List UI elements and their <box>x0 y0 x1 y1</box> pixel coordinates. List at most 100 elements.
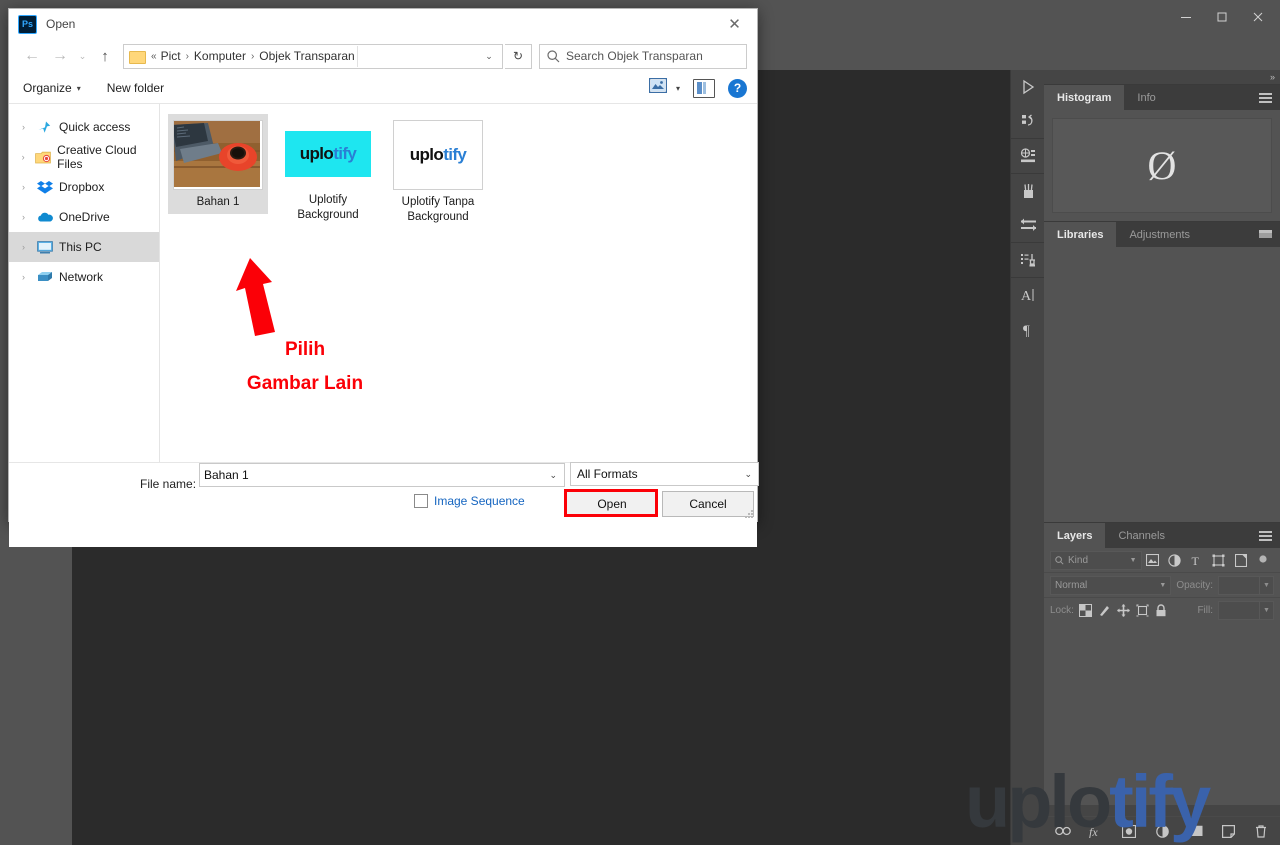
expander-icon[interactable]: › <box>17 122 30 132</box>
fill-field[interactable]: ▼ <box>1218 600 1274 620</box>
image-sequence-checkbox[interactable] <box>414 494 428 508</box>
sidebar-item-network[interactable]: › Network <box>9 262 159 292</box>
lock-transparent-icon[interactable] <box>1079 602 1093 619</box>
tab-info[interactable]: Info <box>1124 85 1169 110</box>
new-group-icon[interactable] <box>1187 823 1204 840</box>
libraries-panel-menu-icon[interactable] <box>1259 222 1272 247</box>
smartobject-filter-icon[interactable] <box>1230 550 1252 570</box>
image-sequence-row[interactable]: Image Sequence <box>414 494 525 508</box>
sidebar-item-creative-cloud-files[interactable]: › Creative Cloud Files <box>9 142 159 172</box>
type-filter-icon[interactable]: T <box>1186 550 1208 570</box>
file-name-label: Bahan 1 <box>196 196 240 208</box>
sidebar-item-onedrive[interactable]: › OneDrive <box>9 202 159 232</box>
lock-image-icon[interactable] <box>1098 602 1112 619</box>
expander-icon[interactable]: › <box>17 182 30 192</box>
minimize-icon[interactable] <box>1168 4 1204 30</box>
sidebar-item-label: OneDrive <box>59 210 110 224</box>
breadcrumb-item-2[interactable]: Objek Transparan <box>257 49 356 63</box>
brush-icon[interactable] <box>1017 180 1039 202</box>
file-name-input[interactable]: Bahan 1 ⌄ <box>199 463 565 487</box>
layer-mask-icon[interactable] <box>1121 823 1138 840</box>
svg-text:A: A <box>1021 289 1032 304</box>
3d-icon[interactable] <box>1017 145 1039 167</box>
chevron-down-icon[interactable]: ⌄ <box>549 470 560 481</box>
breadcrumb[interactable]: « Pict › Komputer › Objek Transparan ⌄ <box>123 43 503 69</box>
up-one-level-button[interactable]: ↑ <box>92 43 118 69</box>
file-format-select[interactable]: All Formats ⌄ <box>570 462 759 486</box>
paragraph-icon[interactable]: ¶ <box>1017 318 1039 340</box>
opacity-field[interactable]: ▼ <box>1218 575 1274 595</box>
organize-button[interactable]: Organize ▾ <box>23 81 81 95</box>
layers-list[interactable] <box>1044 622 1280 805</box>
layers-panel-menu-icon[interactable] <box>1259 523 1272 548</box>
view-dropdown-icon[interactable]: ▾ <box>676 84 680 93</box>
recent-locations-button[interactable]: ⌄ <box>75 43 90 69</box>
maximize-icon[interactable] <box>1204 4 1240 30</box>
expander-icon[interactable]: › <box>17 152 29 162</box>
sidebar-item-dropbox[interactable]: › Dropbox <box>9 172 159 202</box>
back-button[interactable]: ← <box>19 43 45 69</box>
opacity-input[interactable] <box>1218 575 1260 595</box>
fx-icon[interactable]: fx <box>1088 823 1105 840</box>
adjustment-filter-icon[interactable] <box>1164 550 1186 570</box>
help-icon[interactable]: ? <box>728 78 747 98</box>
panel-menu-icon[interactable] <box>1259 85 1272 110</box>
file-item-uplotify-background[interactable]: uplo tify Uplotify Background <box>278 114 378 227</box>
photoshop-panel-dock: » Histogram Info Ø Libraries Adjustments <box>1044 70 1280 845</box>
file-item-uplotify-tanpa-background[interactable]: uplo tify Uplotify Tanpa Background <box>388 114 488 229</box>
stamp-icon[interactable] <box>1017 249 1039 271</box>
tab-adjustments[interactable]: Adjustments <box>1116 222 1203 247</box>
sidebar-item-quick-access[interactable]: › Quick access <box>9 112 159 142</box>
expander-icon[interactable]: › <box>17 242 30 252</box>
refresh-button[interactable]: ↻ <box>505 43 532 69</box>
play-icon[interactable] <box>1017 76 1039 98</box>
cancel-button[interactable]: Cancel <box>662 491 754 517</box>
resize-grip[interactable] <box>744 509 754 519</box>
breadcrumb-item-0[interactable]: Pict <box>159 49 183 63</box>
expander-icon[interactable]: › <box>17 272 30 282</box>
fill-input[interactable] <box>1218 600 1260 620</box>
new-folder-button[interactable]: New folder <box>107 81 164 95</box>
dialog-close-button[interactable]: ✕ <box>712 9 757 39</box>
empty-histogram-icon: Ø <box>1147 142 1177 188</box>
close-icon[interactable] <box>1240 4 1276 30</box>
tab-libraries[interactable]: Libraries <box>1044 222 1117 247</box>
search-placeholder: Search Objek Transparan <box>566 49 703 63</box>
sidebar-item-this-pc[interactable]: › This PC <box>9 232 159 262</box>
tab-channels[interactable]: Channels <box>1105 523 1178 548</box>
breadcrumb-dropdown-icon[interactable]: ⌄ <box>478 51 500 62</box>
layer-kind-filter[interactable]: Kind ▼ <box>1050 550 1142 570</box>
tab-histogram[interactable]: Histogram <box>1044 85 1125 110</box>
layers-blend-row: Normal ▼ Opacity: ▼ <box>1044 573 1280 598</box>
collapse-panels-icon[interactable]: » <box>1044 70 1280 84</box>
forward-button[interactable]: → <box>47 43 73 69</box>
opacity-stepper[interactable]: ▼ <box>1260 575 1274 595</box>
preview-pane-icon[interactable] <box>693 78 715 98</box>
lock-all-icon[interactable] <box>1155 602 1169 619</box>
expander-icon[interactable]: › <box>17 212 30 222</box>
tab-layers[interactable]: Layers <box>1044 523 1106 548</box>
shape-filter-icon[interactable] <box>1208 550 1230 570</box>
view-layout-icon[interactable] <box>648 78 667 98</box>
fill-stepper[interactable]: ▼ <box>1260 600 1274 620</box>
rail-group-type: A ¶ <box>1011 278 1045 346</box>
lock-position-icon[interactable] <box>1117 602 1131 619</box>
type-icon[interactable]: A <box>1017 284 1039 306</box>
rail-group-presets <box>1011 243 1045 278</box>
breadcrumb-item-1[interactable]: Komputer <box>192 49 248 63</box>
lock-artboard-icon[interactable] <box>1136 602 1150 619</box>
search-box[interactable]: Search Objek Transparan <box>539 43 747 69</box>
file-item-bahan-1[interactable]: Bahan 1 <box>168 114 268 214</box>
adjustment-layer-icon[interactable] <box>1154 823 1171 840</box>
blend-mode-select[interactable]: Normal ▼ <box>1050 575 1172 595</box>
styles-icon[interactable] <box>1017 214 1039 236</box>
file-thumbnail <box>173 120 263 190</box>
image-filter-icon[interactable] <box>1142 550 1164 570</box>
new-layer-icon[interactable] <box>1220 823 1237 840</box>
delete-layer-icon[interactable] <box>1253 823 1270 840</box>
breadcrumb-overflow[interactable]: « <box>149 51 159 62</box>
timeline-icon[interactable] <box>1017 110 1039 132</box>
file-list-view[interactable]: Bahan 1 uplo tify Uplotify Background upl… <box>160 104 757 462</box>
filter-toggle-icon[interactable] <box>1252 550 1274 570</box>
link-layers-icon[interactable] <box>1055 823 1072 840</box>
